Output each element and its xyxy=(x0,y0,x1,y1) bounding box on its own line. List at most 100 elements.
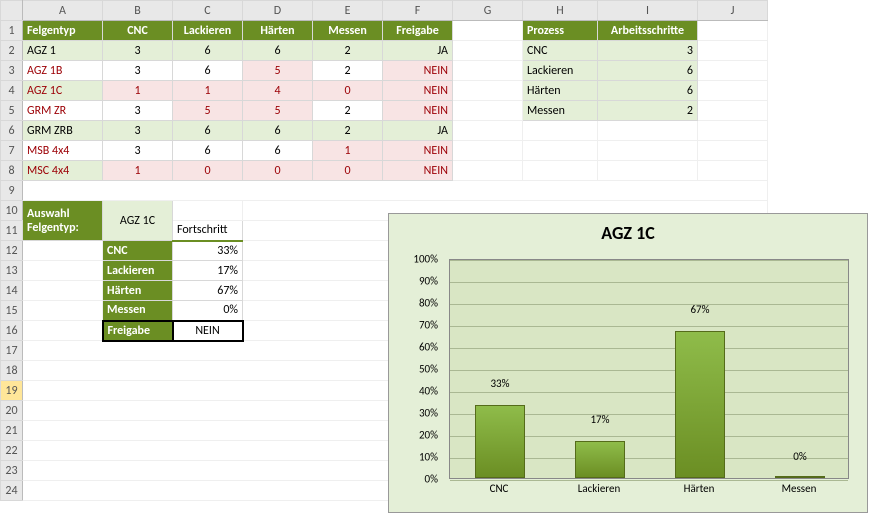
table-cell[interactable]: JA xyxy=(383,41,453,61)
tbl1-hdr-cnc[interactable]: CNC xyxy=(103,21,173,41)
table-cell[interactable]: JA xyxy=(383,121,453,141)
table-cell[interactable]: 6 xyxy=(243,121,313,141)
table-cell[interactable]: 1 xyxy=(173,81,243,101)
row-header-16[interactable]: 16 xyxy=(1,321,23,341)
table-cell[interactable]: NEIN xyxy=(383,81,453,101)
table-row-name[interactable]: GRM ZRB xyxy=(23,121,103,141)
table-cell[interactable]: 6 xyxy=(173,61,243,81)
tbl1-hdr-felgentyp[interactable]: Felgentyp xyxy=(23,21,103,41)
table-cell[interactable]: 2 xyxy=(313,121,383,141)
tbl2-process[interactable]: Lackieren xyxy=(523,61,598,81)
row-header-11[interactable]: 11 xyxy=(1,221,23,241)
row-header-20[interactable]: 20 xyxy=(1,401,23,421)
row-header-15[interactable]: 15 xyxy=(1,301,23,321)
table-cell[interactable]: 5 xyxy=(243,101,313,121)
row-header-2[interactable]: 2 xyxy=(1,41,23,61)
table-cell[interactable]: 4 xyxy=(243,81,313,101)
tbl1-hdr-messen[interactable]: Messen xyxy=(313,21,383,41)
row-header-17[interactable]: 17 xyxy=(1,341,23,361)
table-cell[interactable]: 0 xyxy=(243,161,313,181)
table-cell[interactable]: 6 xyxy=(173,121,243,141)
table-row-name[interactable]: AGZ 1 xyxy=(23,41,103,61)
row-header-7[interactable]: 7 xyxy=(1,141,23,161)
freigabe-value[interactable]: NEIN xyxy=(173,321,243,341)
table-cell[interactable]: 2 xyxy=(313,61,383,81)
auswahl-value[interactable]: AGZ 1C xyxy=(103,201,173,241)
table-cell[interactable]: 5 xyxy=(243,61,313,81)
progress-value[interactable]: 0% xyxy=(173,301,243,321)
row-header-1[interactable]: 1 xyxy=(1,21,23,41)
col-header-I[interactable]: I xyxy=(598,1,698,21)
tbl1-hdr-lackieren[interactable]: Lackieren xyxy=(173,21,243,41)
table-cell[interactable]: 1 xyxy=(103,81,173,101)
row-header-22[interactable]: 22 xyxy=(1,441,23,461)
table-row-name[interactable]: AGZ 1C xyxy=(23,81,103,101)
table-cell[interactable]: 3 xyxy=(103,61,173,81)
table-row-name[interactable]: MSC 4x4 xyxy=(23,161,103,181)
row-header-21[interactable]: 21 xyxy=(1,421,23,441)
row-header-10[interactable]: 10 xyxy=(1,201,23,221)
row-header-3[interactable]: 3 xyxy=(1,61,23,81)
row-header-8[interactable]: 8 xyxy=(1,161,23,181)
table-row-name[interactable]: MSB 4x4 xyxy=(23,141,103,161)
row-header-18[interactable]: 18 xyxy=(1,361,23,381)
col-header-G[interactable]: G xyxy=(453,1,523,21)
table-cell[interactable]: 6 xyxy=(173,41,243,61)
row-header-4[interactable]: 4 xyxy=(1,81,23,101)
table-cell[interactable]: 2 xyxy=(313,101,383,121)
tbl1-hdr-haerten[interactable]: Härten xyxy=(243,21,313,41)
tbl2-steps[interactable]: 3 xyxy=(598,41,698,61)
col-header-B[interactable]: B xyxy=(103,1,173,21)
col-header-A[interactable]: A xyxy=(23,1,103,21)
table-cell[interactable]: 3 xyxy=(103,101,173,121)
chart-container[interactable]: AGZ 1C 0%10%20%30%40%50%60%70%80%90%100%… xyxy=(388,213,868,513)
table-cell[interactable]: 2 xyxy=(313,41,383,61)
tbl2-hdr-arbeitsschritte[interactable]: Arbeitsschritte xyxy=(598,21,698,41)
row-header-23[interactable]: 23 xyxy=(1,461,23,481)
table-cell[interactable]: NEIN xyxy=(383,141,453,161)
row-header-24[interactable]: 24 xyxy=(1,481,23,501)
row-header-9[interactable]: 9 xyxy=(1,181,23,201)
col-header-E[interactable]: E xyxy=(313,1,383,21)
progress-value[interactable]: 17% xyxy=(173,261,243,281)
table-cell[interactable]: 6 xyxy=(243,141,313,161)
table-row-name[interactable]: GRM ZR xyxy=(23,101,103,121)
row-header-13[interactable]: 13 xyxy=(1,261,23,281)
progress-value[interactable]: 67% xyxy=(173,281,243,301)
table-cell[interactable]: 6 xyxy=(173,141,243,161)
row-header-14[interactable]: 14 xyxy=(1,281,23,301)
row-header-19[interactable]: 19 xyxy=(1,381,23,401)
col-header-D[interactable]: D xyxy=(243,1,313,21)
table-cell[interactable]: 3 xyxy=(103,141,173,161)
table-row-name[interactable]: AGZ 1B xyxy=(23,61,103,81)
col-header-H[interactable]: H xyxy=(523,1,598,21)
tbl2-process[interactable]: Messen xyxy=(523,101,598,121)
col-header-F[interactable]: F xyxy=(383,1,453,21)
tbl2-process[interactable]: CNC xyxy=(523,41,598,61)
tbl1-hdr-freigabe[interactable]: Freigabe xyxy=(383,21,453,41)
col-header-J[interactable]: J xyxy=(698,1,768,21)
table-cell[interactable]: NEIN xyxy=(383,61,453,81)
tbl2-hdr-prozess[interactable]: Prozess xyxy=(523,21,598,41)
tbl2-steps[interactable]: 6 xyxy=(598,81,698,101)
table-cell[interactable]: 0 xyxy=(173,161,243,181)
table-cell[interactable]: 3 xyxy=(103,121,173,141)
table-cell[interactable]: 5 xyxy=(173,101,243,121)
row-header-6[interactable]: 6 xyxy=(1,121,23,141)
tbl2-steps[interactable]: 2 xyxy=(598,101,698,121)
x-tick-label: Lackieren xyxy=(549,482,649,495)
table-cell[interactable]: NEIN xyxy=(383,101,453,121)
tbl2-steps[interactable]: 6 xyxy=(598,61,698,81)
table-cell[interactable]: NEIN xyxy=(383,161,453,181)
table-cell[interactable]: 6 xyxy=(243,41,313,61)
row-header-12[interactable]: 12 xyxy=(1,241,23,261)
table-cell[interactable]: 1 xyxy=(313,141,383,161)
row-header-5[interactable]: 5 xyxy=(1,101,23,121)
col-header-C[interactable]: C xyxy=(173,1,243,21)
table-cell[interactable]: 3 xyxy=(103,41,173,61)
table-cell[interactable]: 1 xyxy=(103,161,173,181)
tbl2-process[interactable]: Härten xyxy=(523,81,598,101)
progress-value[interactable]: 33% xyxy=(173,241,243,261)
table-cell[interactable]: 0 xyxy=(313,161,383,181)
table-cell[interactable]: 0 xyxy=(313,81,383,101)
